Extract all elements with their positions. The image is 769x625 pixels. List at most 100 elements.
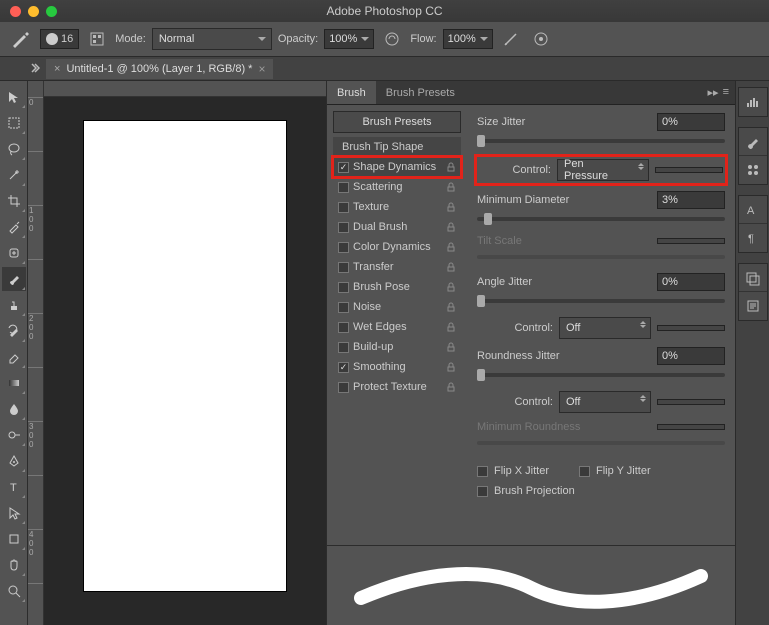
roundness-jitter-value[interactable]: 0% [657, 347, 725, 365]
lock-icon[interactable] [446, 342, 456, 352]
wet-edges-checkbox[interactable] [338, 322, 349, 333]
min-diameter-slider[interactable] [477, 217, 725, 221]
blur-tool[interactable] [2, 397, 26, 421]
flip-y-checkbox[interactable] [579, 466, 590, 477]
blend-mode-dropdown[interactable]: Normal [152, 28, 272, 50]
angle-jitter-value[interactable]: 0% [657, 273, 725, 291]
dock-histogram-icon[interactable] [739, 88, 767, 116]
lock-icon[interactable] [446, 322, 456, 332]
vertical-ruler[interactable]: 0 1 0 0 2 0 0 3 0 0 4 0 0 [28, 81, 44, 625]
gradient-tool[interactable] [2, 371, 26, 395]
lock-icon[interactable] [446, 362, 456, 372]
magic-wand-tool[interactable] [2, 163, 26, 187]
dual-brush-item[interactable]: Dual Brush [333, 217, 461, 237]
build-up-checkbox[interactable] [338, 342, 349, 353]
smoothing-checkbox[interactable] [338, 362, 349, 373]
protect-texture-checkbox[interactable] [338, 382, 349, 393]
pen-tool[interactable] [2, 449, 26, 473]
roundness-control-dropdown[interactable]: Off [559, 391, 651, 413]
dock-layer-comps-icon[interactable] [739, 264, 767, 292]
brush-pose-item[interactable]: Brush Pose [333, 277, 461, 297]
dodge-tool[interactable] [2, 423, 26, 447]
size-jitter-value[interactable]: 0% [657, 113, 725, 131]
brush-tip-shape-item[interactable]: Brush Tip Shape [333, 137, 461, 157]
texture-checkbox[interactable] [338, 202, 349, 213]
brush-projection-checkbox[interactable] [477, 486, 488, 497]
eyedropper-tool[interactable] [2, 215, 26, 239]
brush-projection-row[interactable]: Brush Projection [477, 485, 725, 497]
opacity-pressure-icon[interactable] [380, 27, 404, 51]
zoom-tool[interactable] [2, 579, 26, 603]
type-tool[interactable]: T [2, 475, 26, 499]
flip-x-checkbox[interactable] [477, 466, 488, 477]
shape-dynamics-checkbox[interactable] [338, 162, 349, 173]
brush-pose-checkbox[interactable] [338, 282, 349, 293]
size-pressure-icon[interactable] [529, 27, 553, 51]
dock-paragraph-icon[interactable]: ¶ [739, 224, 767, 252]
flip-y-jitter-row[interactable]: Flip Y Jitter [579, 465, 651, 477]
brush-tool[interactable] [2, 267, 26, 291]
horizontal-ruler[interactable] [44, 81, 326, 97]
shape-dynamics-item[interactable]: Shape Dynamics [333, 157, 461, 177]
build-up-item[interactable]: Build-up [333, 337, 461, 357]
size-control-dropdown[interactable]: Pen Pressure [557, 159, 649, 181]
marquee-tool[interactable] [2, 111, 26, 135]
minimize-window-button[interactable] [28, 6, 39, 17]
path-selection-tool[interactable] [2, 501, 26, 525]
collapse-icon[interactable]: ▸▸ [708, 86, 719, 99]
color-dynamics-item[interactable]: Color Dynamics [333, 237, 461, 257]
smoothing-item[interactable]: Smoothing [333, 357, 461, 377]
lock-icon[interactable] [446, 262, 456, 272]
airbrush-icon[interactable] [499, 27, 523, 51]
rectangle-tool[interactable] [2, 527, 26, 551]
history-brush-tool[interactable] [2, 319, 26, 343]
panel-menu-icon[interactable]: ≡ [723, 86, 729, 99]
opacity-field[interactable]: 100% [324, 29, 374, 49]
flow-field[interactable]: 100% [443, 29, 493, 49]
transfer-checkbox[interactable] [338, 262, 349, 273]
dock-notes-icon[interactable] [739, 292, 767, 320]
scattering-item[interactable]: Scattering [333, 177, 461, 197]
brush-preset-picker[interactable]: 16 [40, 29, 79, 49]
angle-control-dropdown[interactable]: Off [559, 317, 651, 339]
tab-brush[interactable]: Brush [327, 81, 376, 104]
zoom-window-button[interactable] [46, 6, 57, 17]
crop-tool[interactable] [2, 189, 26, 213]
min-diameter-value[interactable]: 3% [657, 191, 725, 209]
eraser-tool[interactable] [2, 345, 26, 369]
dock-brush-presets-icon[interactable] [739, 156, 767, 184]
roundness-jitter-slider[interactable] [477, 373, 725, 377]
wet-edges-item[interactable]: Wet Edges [333, 317, 461, 337]
angle-jitter-slider[interactable] [477, 299, 725, 303]
hand-tool[interactable] [2, 553, 26, 577]
brush-presets-button[interactable]: Brush Presets [333, 111, 461, 133]
move-tool[interactable] [2, 85, 26, 109]
color-dynamics-checkbox[interactable] [338, 242, 349, 253]
dock-brushes-icon[interactable] [739, 128, 767, 156]
lasso-tool[interactable] [2, 137, 26, 161]
dock-character-icon[interactable]: A [739, 196, 767, 224]
tab-brush-presets[interactable]: Brush Presets [376, 81, 465, 104]
lock-icon[interactable] [446, 162, 456, 172]
healing-brush-tool[interactable] [2, 241, 26, 265]
expand-dock-icon[interactable] [28, 62, 42, 76]
noise-checkbox[interactable] [338, 302, 349, 313]
protect-texture-item[interactable]: Protect Texture [333, 377, 461, 397]
noise-item[interactable]: Noise [333, 297, 461, 317]
lock-icon[interactable] [446, 302, 456, 312]
lock-icon[interactable] [446, 282, 456, 292]
lock-icon[interactable] [446, 242, 456, 252]
texture-item[interactable]: Texture [333, 197, 461, 217]
lock-icon[interactable] [446, 182, 456, 192]
brush-panel-toggle[interactable] [85, 27, 109, 51]
document-tab[interactable]: × Untitled-1 @ 100% (Layer 1, RGB/8) * × [46, 59, 273, 79]
scattering-checkbox[interactable] [338, 182, 349, 193]
tool-preset-picker[interactable] [6, 25, 34, 53]
lock-icon[interactable] [446, 222, 456, 232]
canvas[interactable] [84, 121, 286, 591]
clone-stamp-tool[interactable] [2, 293, 26, 317]
lock-icon[interactable] [446, 382, 456, 392]
dual-brush-checkbox[interactable] [338, 222, 349, 233]
close-window-button[interactable] [10, 6, 21, 17]
size-jitter-slider[interactable] [477, 139, 725, 143]
